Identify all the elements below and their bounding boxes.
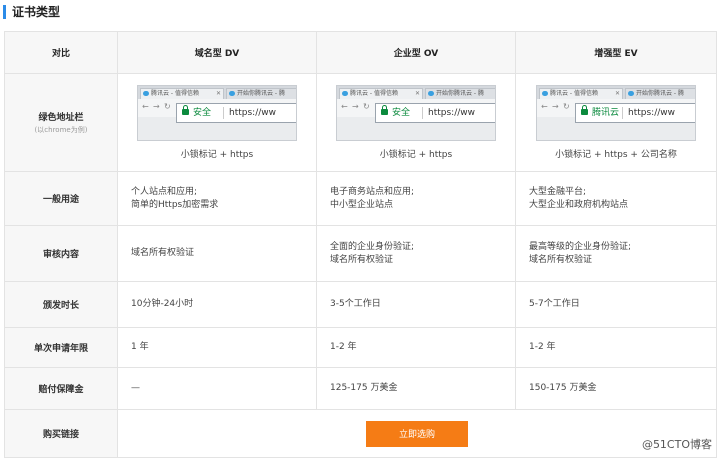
browser-tab: 开始你腾讯云 - 腾 (425, 88, 495, 99)
secure-label: 安全 (193, 108, 212, 118)
cloud-icon (428, 91, 434, 96)
buy-cell: 立即选购 (117, 409, 717, 458)
warranty-cell-dv: — (117, 367, 317, 410)
browser-tab-strip: 腾讯云 - 值得信赖 ✕ 开始你腾讯云 - 腾 (138, 86, 296, 99)
row-label-buy: 购买链接 (4, 409, 118, 458)
certificate-comparison-table: 对比 域名型 DV 企业型 OV 增强型 EV 绿色地址栏 (以chrome为例… (4, 31, 717, 458)
secure-label: 安全 (392, 108, 411, 118)
browser-tab: 腾讯云 - 值得信赖 ✕ (140, 88, 224, 99)
reload-icon: ↻ (563, 102, 570, 111)
browser-tab: 腾讯云 - 值得信赖 ✕ (539, 88, 623, 99)
arrow-left-icon: ← (142, 102, 149, 111)
close-icon: ✕ (215, 90, 221, 97)
table-row-audit: 审核内容 域名所有权验证 全面的企业身份验证; 域名所有权验证 最高等级的企业身份… (4, 225, 717, 282)
row-label-issue-time: 颁发时长 (4, 281, 118, 328)
lock-icon (182, 105, 189, 115)
url-separator (422, 107, 423, 119)
browser-url-box: 安全 https://ww (375, 103, 495, 123)
buy-now-button[interactable]: 立即选购 (366, 420, 468, 447)
browser-tab: 开始你腾讯云 - 腾 (625, 88, 695, 99)
row-label-usage: 一般用途 (4, 171, 118, 226)
header-ev: 增强型 EV (515, 31, 717, 74)
arrow-right-icon: → (153, 102, 160, 111)
warranty-cell-ov: 125-175 万美金 (316, 367, 516, 410)
address-bar-caption: 小锁标记 + https + 公司名称 (555, 150, 677, 160)
table-row-warranty: 赔付保障金 — 125-175 万美金 150-175 万美金 (4, 367, 717, 410)
lock-icon (581, 105, 588, 115)
cloud-icon (542, 91, 548, 96)
audit-cell-ov: 全面的企业身份验证; 域名所有权验证 (316, 225, 516, 282)
address-bar-cell-dv: 腾讯云 - 值得信赖 ✕ 开始你腾讯云 - 腾 ← → ↻ 安全 https://… (117, 73, 317, 172)
table-header-row: 对比 域名型 DV 企业型 OV 增强型 EV (4, 31, 717, 74)
usage-cell-dv: 个人站点和应用; 简单的Https加密需求 (117, 171, 317, 226)
row-label-years: 单次申请年限 (4, 327, 118, 368)
url-text: https://ww (428, 108, 475, 118)
row-label-address-bar: 绿色地址栏 (以chrome为例) (4, 73, 118, 172)
browser-url-box: 安全 https://ww (176, 103, 296, 123)
header-ov: 企业型 OV (316, 31, 516, 74)
table-row-years: 单次申请年限 1 年 1-2 年 1-2 年 (4, 327, 717, 368)
address-bar-caption: 小锁标记 + https (379, 150, 453, 160)
audit-cell-ev: 最高等级的企业身份验证; 域名所有权验证 (515, 225, 717, 282)
cloud-icon (229, 91, 235, 96)
cloud-icon (342, 91, 348, 96)
issue-time-cell-ov: 3-5个工作日 (316, 281, 516, 328)
section-accent-bar (3, 5, 6, 19)
browser-mock: 腾讯云 - 值得信赖 ✕ 开始你腾讯云 - 腾 ← → ↻ 安全 https://… (336, 85, 496, 141)
url-text: https://ww (229, 108, 276, 118)
watermark: @51CTO博客 (641, 438, 712, 451)
url-separator (223, 107, 224, 119)
table-row-address-bar: 绿色地址栏 (以chrome为例) 腾讯云 - 值得信赖 ✕ 开始你腾讯云 - 腾… (4, 73, 717, 172)
row-sublabel: (以chrome为例) (34, 126, 88, 134)
warranty-cell-ev: 150-175 万美金 (515, 367, 717, 410)
browser-tab-strip: 腾讯云 - 值得信赖 ✕ 开始你腾讯云 - 腾 (337, 86, 495, 99)
close-icon: ✕ (414, 90, 420, 97)
close-icon: ✕ (614, 90, 620, 97)
section-header: 证书类型 (0, 0, 722, 26)
arrow-right-icon: → (352, 102, 359, 111)
row-label-audit: 审核内容 (4, 225, 118, 282)
address-bar-cell-ov: 腾讯云 - 值得信赖 ✕ 开始你腾讯云 - 腾 ← → ↻ 安全 https://… (316, 73, 516, 172)
arrow-left-icon: ← (541, 102, 548, 111)
usage-cell-ov: 电子商务站点和应用; 中小型企业站点 (316, 171, 516, 226)
reload-icon: ↻ (363, 102, 370, 111)
address-bar-caption: 小锁标记 + https (180, 150, 254, 160)
browser-tab: 腾讯云 - 值得信赖 ✕ (339, 88, 423, 99)
reload-icon: ↻ (164, 102, 171, 111)
issue-time-cell-dv: 10分钟-24小时 (117, 281, 317, 328)
header-compare: 对比 (4, 31, 118, 74)
browser-mock: 腾讯云 - 值得信赖 ✕ 开始你腾讯云 - 腾 ← → ↻ 安全 https://… (137, 85, 297, 141)
address-bar-cell-ev: 腾讯云 - 值得信赖 ✕ 开始你腾讯云 - 腾 ← → ↻ 腾讯云 https:/… (515, 73, 717, 172)
lock-icon (381, 105, 388, 115)
url-separator (622, 107, 623, 119)
years-cell-ev: 1-2 年 (515, 327, 717, 368)
table-row-issue-time: 颁发时长 10分钟-24小时 3-5个工作日 5-7个工作日 (4, 281, 717, 328)
audit-cell-dv: 域名所有权验证 (117, 225, 317, 282)
table-row-usage: 一般用途 个人站点和应用; 简单的Https加密需求 电子商务站点和应用; 中小型企… (4, 171, 717, 226)
row-label-text: 绿色地址栏 (38, 113, 84, 123)
table-row-buy: 购买链接 立即选购 (4, 409, 717, 458)
years-cell-dv: 1 年 (117, 327, 317, 368)
url-text: https://ww (628, 108, 675, 118)
cloud-icon (628, 91, 634, 96)
header-dv: 域名型 DV (117, 31, 317, 74)
cloud-icon (143, 91, 149, 96)
browser-tab-strip: 腾讯云 - 值得信赖 ✕ 开始你腾讯云 - 腾 (537, 86, 695, 99)
arrow-right-icon: → (552, 102, 559, 111)
arrow-left-icon: ← (341, 102, 348, 111)
years-cell-ov: 1-2 年 (316, 327, 516, 368)
company-name-label: 腾讯云 (592, 108, 620, 118)
browser-url-box: 腾讯云 https://ww (575, 103, 695, 123)
row-label-warranty: 赔付保障金 (4, 367, 118, 410)
section-title: 证书类型 (12, 5, 61, 19)
browser-mock: 腾讯云 - 值得信赖 ✕ 开始你腾讯云 - 腾 ← → ↻ 腾讯云 https:/… (536, 85, 696, 141)
browser-tab: 开始你腾讯云 - 腾 (226, 88, 296, 99)
issue-time-cell-ev: 5-7个工作日 (515, 281, 717, 328)
usage-cell-ev: 大型金融平台; 大型企业和政府机构站点 (515, 171, 717, 226)
